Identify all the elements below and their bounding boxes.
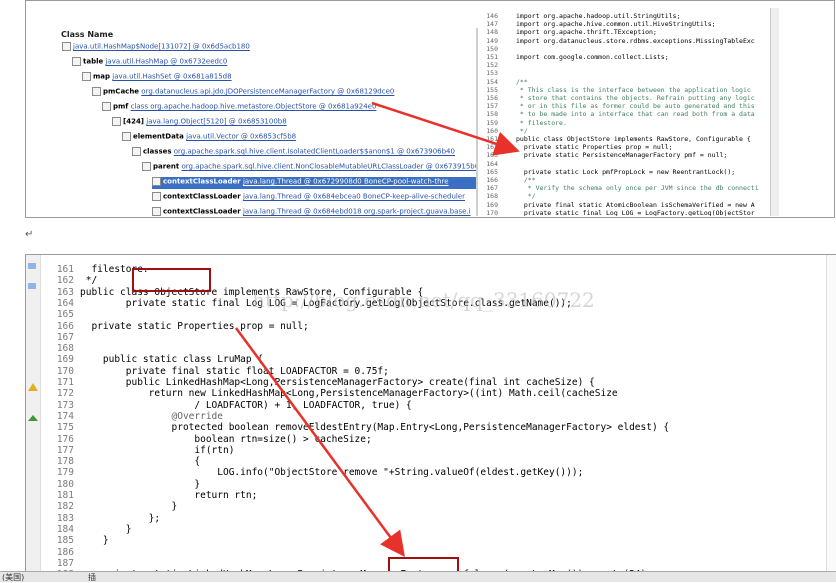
arrow-pmf-to-field [371,101,520,156]
status-bar: (美国) 插 [0,571,836,582]
annotation-arrows [234,101,520,558]
insert-mode: 插 [88,573,96,582]
arrow-prop-to-pmf-lazy [234,327,405,558]
input-locale: (美国) [2,573,25,582]
